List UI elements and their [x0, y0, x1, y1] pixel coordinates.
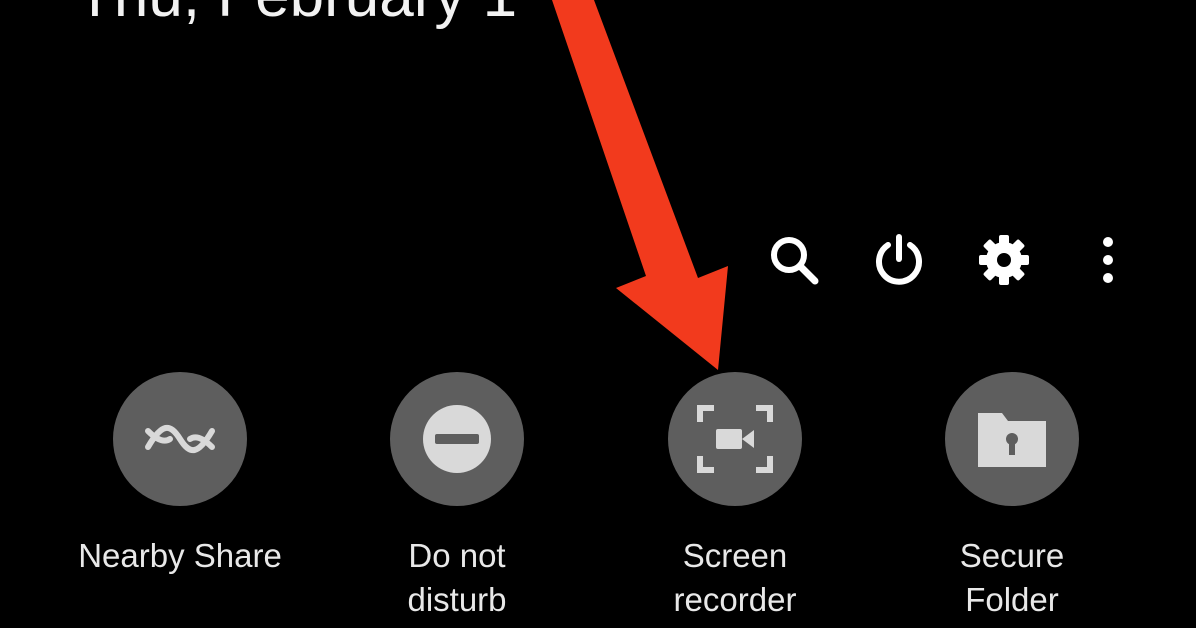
tile-do-not-disturb-label: Do not disturb: [407, 537, 507, 618]
tile-secure-folder-button[interactable]: [945, 372, 1079, 506]
secure-folder-icon: [978, 413, 1046, 467]
screen-recorder-icon: [697, 405, 773, 473]
tile-nearby-share[interactable]: Nearby Share: [70, 372, 290, 578]
tile-do-not-disturb-button[interactable]: [390, 372, 524, 506]
tile-screen-recorder[interactable]: Screen recorder: [625, 372, 845, 622]
do-not-disturb-icon: [423, 405, 491, 473]
tile-do-not-disturb[interactable]: Do not disturb: [347, 372, 567, 622]
settings-button[interactable]: [972, 228, 1036, 292]
power-icon: [876, 234, 922, 285]
tile-secure-folder-label: Secure Folder: [959, 537, 1065, 618]
power-button[interactable]: [867, 228, 931, 292]
date-text: Thu, February 1: [76, 0, 517, 32]
tile-screen-recorder-label: Screen recorder: [673, 537, 797, 618]
tile-screen-recorder-button[interactable]: [668, 372, 802, 506]
nearby-share-icon: [145, 425, 215, 453]
tile-nearby-share-label: Nearby Share: [78, 537, 282, 574]
tile-secure-folder[interactable]: Secure Folder: [902, 372, 1122, 622]
more-vertical-icon: [1103, 237, 1113, 283]
search-button[interactable]: [762, 228, 826, 292]
more-options-button[interactable]: [1076, 228, 1140, 292]
tile-nearby-share-button[interactable]: [113, 372, 247, 506]
gear-icon: [979, 235, 1029, 285]
search-icon: [771, 237, 819, 285]
